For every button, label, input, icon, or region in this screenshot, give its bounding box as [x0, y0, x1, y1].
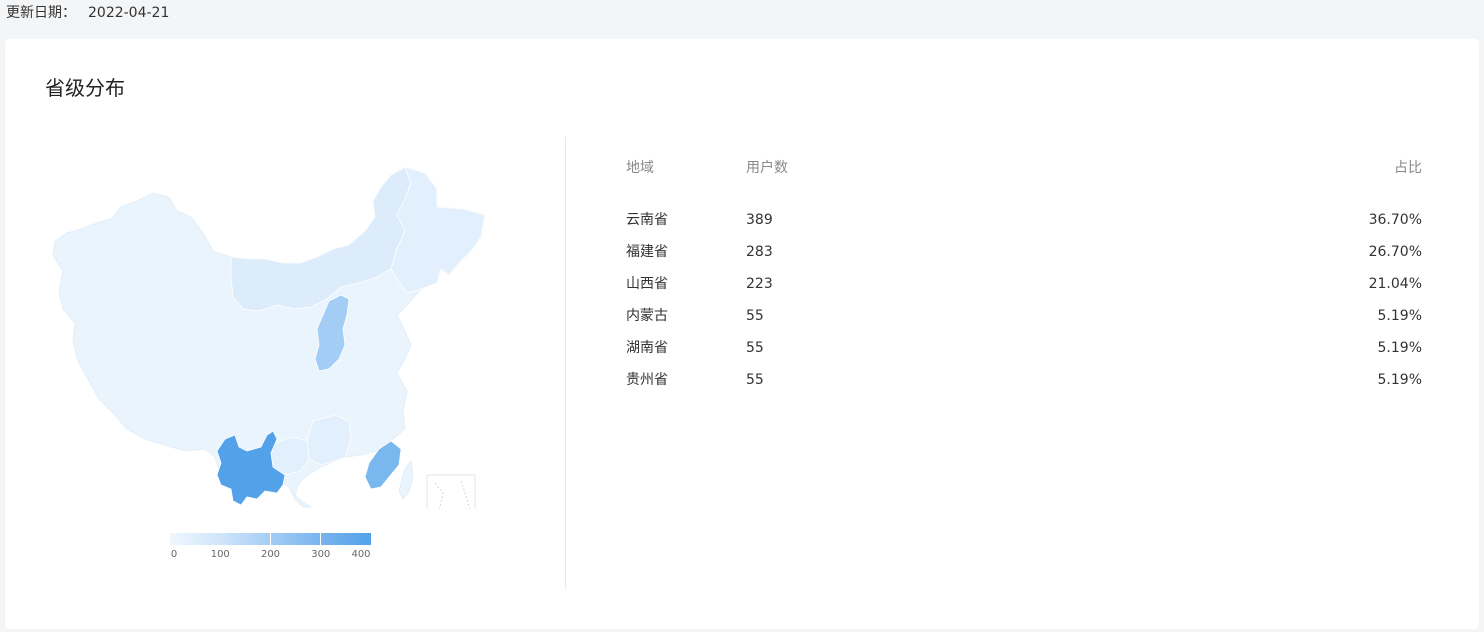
region-table: 地域 用户数 占比 云南省 389 36.70% 福建省 283 26.70% …	[626, 159, 1422, 396]
cell-region: 福建省	[626, 244, 668, 260]
legend-tick: 300	[311, 549, 331, 560]
legend-tick-labels: 0 100 200 300 400	[170, 549, 371, 565]
cell-pct: 36.70%	[1368, 212, 1422, 228]
table-header-row: 地域 用户数 占比	[626, 159, 1422, 177]
table-row: 内蒙古 55 5.19%	[626, 300, 1422, 332]
table-row: 贵州省 55 5.19%	[626, 364, 1422, 396]
header-pct: 占比	[1394, 160, 1422, 176]
legend-tick: 200	[260, 549, 281, 560]
table-row: 云南省 389 36.70%	[626, 204, 1422, 236]
header-users: 用户数	[746, 160, 788, 176]
legend-tick: 0	[170, 549, 178, 560]
legend-gradient-bar[interactable]	[170, 533, 371, 545]
cell-users: 223	[746, 276, 773, 292]
section-divider	[565, 137, 566, 589]
china-map	[45, 159, 495, 509]
update-date-value: 2022-04-21	[88, 5, 170, 21]
visual-map-legend: 0 100 200 300 400	[170, 533, 371, 565]
legend-separator	[270, 533, 271, 545]
cell-pct: 26.70%	[1368, 244, 1422, 260]
cell-region: 内蒙古	[626, 308, 668, 324]
map-region-taiwan[interactable]	[398, 459, 414, 500]
province-distribution-card: 省级分布 0 100 200 300 400 地域 用户数 占比 云南省 389…	[5, 39, 1479, 629]
update-date-line: 更新日期： 2022-04-21	[6, 3, 169, 23]
china-map-svg	[52, 166, 486, 509]
cell-pct: 5.19%	[1377, 372, 1422, 388]
cell-pct: 21.04%	[1368, 276, 1422, 292]
map-region-hunan[interactable]	[306, 414, 352, 466]
legend-tick: 400	[351, 549, 371, 560]
legend-separator	[320, 533, 321, 545]
table-row: 湖南省 55 5.19%	[626, 332, 1422, 364]
cell-region: 湖南省	[626, 340, 668, 356]
cell-pct: 5.19%	[1377, 308, 1422, 324]
cell-pct: 5.19%	[1377, 340, 1422, 356]
table-row: 福建省 283 26.70%	[626, 236, 1422, 268]
cell-region: 贵州省	[626, 372, 668, 388]
cell-users: 55	[746, 340, 764, 356]
legend-tick: 100	[210, 549, 230, 560]
south-china-sea-inset	[426, 474, 476, 509]
header-region: 地域	[626, 160, 654, 176]
table-row: 山西省 223 21.04%	[626, 268, 1422, 300]
cell-region: 山西省	[626, 276, 668, 292]
cell-users: 55	[746, 372, 764, 388]
card-title: 省级分布	[45, 76, 125, 100]
update-date-label: 更新日期：	[6, 5, 76, 21]
cell-region: 云南省	[626, 212, 668, 228]
cell-users: 283	[746, 244, 773, 260]
cell-users: 389	[746, 212, 773, 228]
cell-users: 55	[746, 308, 764, 324]
